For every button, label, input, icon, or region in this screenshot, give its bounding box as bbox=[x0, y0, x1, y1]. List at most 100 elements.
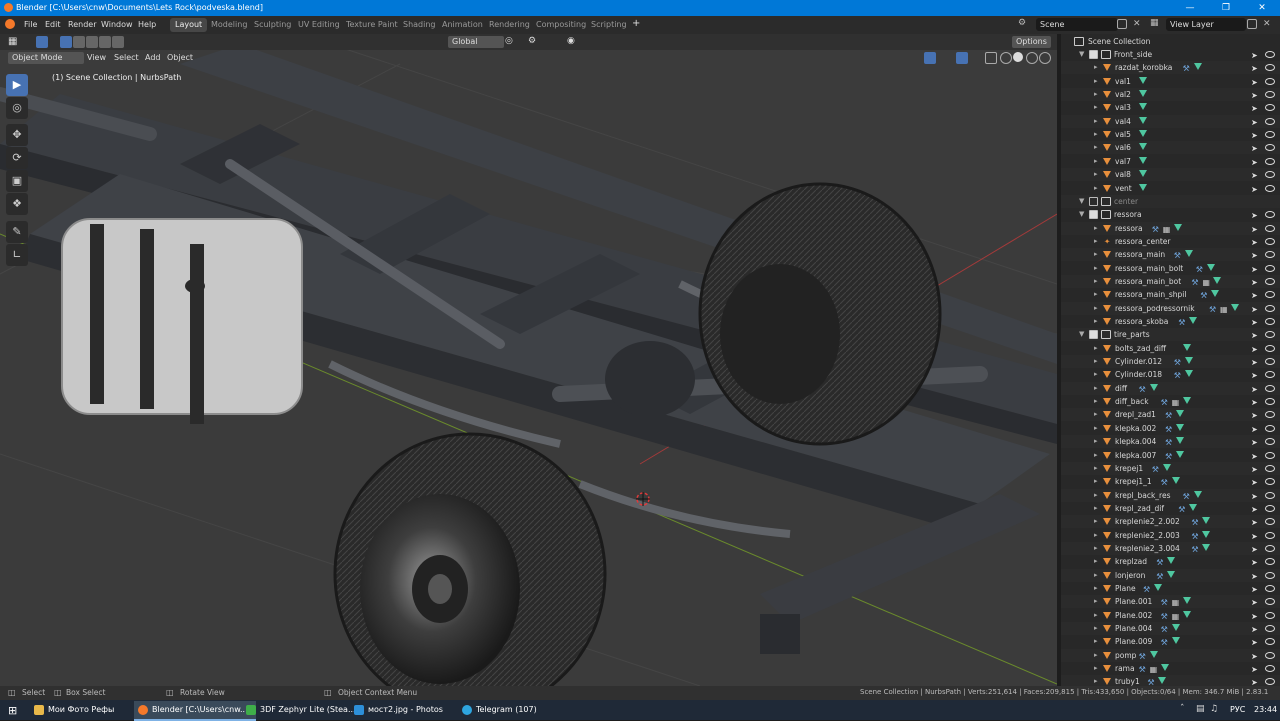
selectable-cursor-icon[interactable]: ➤ bbox=[1251, 450, 1258, 463]
visibility-eye-icon[interactable] bbox=[1265, 571, 1275, 579]
keyboard-language[interactable]: РУС bbox=[1230, 705, 1245, 714]
selectable-cursor-icon[interactable]: ➤ bbox=[1251, 663, 1258, 676]
selectable-cursor-icon[interactable]: ➤ bbox=[1251, 423, 1258, 436]
constraint-icon[interactable]: ▦ bbox=[1220, 303, 1228, 316]
mesh-data-icon[interactable] bbox=[1176, 410, 1184, 418]
editor-type-icon[interactable]: ▦ bbox=[8, 36, 17, 47]
material-shading-icon[interactable] bbox=[1026, 52, 1038, 64]
expand-triangle-icon[interactable]: ▸ bbox=[1094, 582, 1098, 595]
outliner-row[interactable]: ▸ kreplenie2_2.003 ⚒ ➤ bbox=[1061, 529, 1280, 542]
visibility-eye-icon[interactable] bbox=[1265, 77, 1275, 85]
modifier-wrench-icon[interactable]: ⚒ bbox=[1143, 583, 1150, 596]
expand-triangle-icon[interactable]: ▸ bbox=[1094, 275, 1098, 288]
task-telegram[interactable]: Telegram (107) bbox=[458, 701, 580, 719]
expand-triangle-icon[interactable]: ▸ bbox=[1094, 595, 1098, 608]
orientation-dropdown[interactable]: Global bbox=[448, 36, 504, 48]
outliner-row[interactable]: ▸ Plane.001 ⚒ ▦ ➤ bbox=[1061, 595, 1280, 609]
selectable-cursor-icon[interactable]: ➤ bbox=[1251, 76, 1258, 89]
outliner-row[interactable]: ▸ Cylinder.018 ⚒ ➤ bbox=[1061, 368, 1280, 381]
mesh-data-icon[interactable] bbox=[1176, 450, 1184, 458]
outliner-row[interactable]: ▸ bolts_zad_diff ➤ bbox=[1061, 342, 1280, 355]
mesh-data-icon[interactable] bbox=[1138, 143, 1147, 151]
constraint-icon[interactable]: ▦ bbox=[1163, 223, 1171, 236]
constraint-icon[interactable]: ▦ bbox=[1172, 610, 1180, 623]
outliner-row[interactable]: ▸ klepka.002 ⚒ ➤ bbox=[1061, 422, 1280, 435]
mesh-data-icon[interactable] bbox=[1171, 624, 1180, 632]
expand-triangle-icon[interactable]: ▸ bbox=[1094, 248, 1098, 261]
transform-tool-icon[interactable]: ❖ bbox=[6, 193, 28, 215]
visibility-eye-icon[interactable] bbox=[1265, 277, 1275, 285]
visibility-eye-icon[interactable] bbox=[1265, 598, 1275, 606]
new-scene-icon[interactable] bbox=[1117, 19, 1127, 29]
selectable-cursor-icon[interactable]: ➤ bbox=[1251, 236, 1258, 249]
visibility-eye-icon[interactable] bbox=[1265, 304, 1275, 312]
modifier-wrench-icon[interactable]: ⚒ bbox=[1209, 303, 1216, 316]
mesh-data-icon[interactable] bbox=[1167, 570, 1176, 578]
selectable-cursor-icon[interactable]: ➤ bbox=[1251, 116, 1258, 129]
modifier-wrench-icon[interactable]: ⚒ bbox=[1183, 490, 1190, 503]
selectable-cursor-icon[interactable]: ➤ bbox=[1251, 289, 1258, 302]
expand-triangle-icon[interactable]: ▸ bbox=[1094, 395, 1098, 408]
delete-scene-icon[interactable]: ✕ bbox=[1133, 19, 1145, 31]
modifier-wrench-icon[interactable]: ⚒ bbox=[1191, 276, 1198, 289]
modifier-wrench-icon[interactable]: ⚒ bbox=[1191, 530, 1198, 543]
outliner-row[interactable]: ▸ val7 ➤ bbox=[1061, 155, 1280, 168]
maximize-button[interactable]: ❐ bbox=[1208, 0, 1244, 16]
selectable-cursor-icon[interactable]: ➤ bbox=[1251, 356, 1258, 369]
outliner-row[interactable]: ▸ val5 ➤ bbox=[1061, 128, 1280, 141]
visibility-eye-icon[interactable] bbox=[1265, 411, 1275, 419]
selectable-cursor-icon[interactable]: ➤ bbox=[1251, 276, 1258, 289]
expand-triangle-icon[interactable]: ▸ bbox=[1094, 88, 1098, 101]
selectable-cursor-icon[interactable]: ➤ bbox=[1251, 583, 1258, 596]
visibility-eye-icon[interactable] bbox=[1265, 157, 1275, 165]
tab-scripting[interactable]: Scripting bbox=[586, 18, 632, 32]
mesh-data-icon[interactable] bbox=[1138, 170, 1147, 178]
visibility-eye-icon[interactable] bbox=[1265, 611, 1275, 619]
expand-triangle-icon[interactable]: ▸ bbox=[1094, 555, 1098, 568]
mesh-data-icon[interactable] bbox=[1138, 156, 1147, 164]
expand-triangle-icon[interactable]: ▸ bbox=[1094, 435, 1098, 448]
options-dropdown[interactable]: Options bbox=[1012, 36, 1051, 48]
mesh-data-icon[interactable] bbox=[1160, 664, 1169, 672]
tray-expand-icon[interactable]: ˆ bbox=[1180, 704, 1185, 714]
mesh-data-icon[interactable] bbox=[1182, 597, 1191, 605]
outliner-row[interactable]: ▸ kreplenie2_3.004 ⚒ ➤ bbox=[1061, 541, 1280, 556]
outliner-row[interactable]: ▼ ressora ➤ bbox=[1061, 208, 1280, 221]
3d-viewport[interactable] bbox=[0, 34, 1057, 686]
visibility-eye-icon[interactable] bbox=[1265, 264, 1275, 272]
expand-triangle-icon[interactable]: ▸ bbox=[1094, 168, 1098, 181]
expand-triangle-icon[interactable]: ▸ bbox=[1094, 408, 1098, 421]
visibility-eye-icon[interactable] bbox=[1265, 291, 1275, 299]
selectable-cursor-icon[interactable]: ➤ bbox=[1251, 183, 1258, 196]
expand-triangle-icon[interactable]: ▼ bbox=[1079, 195, 1084, 208]
proportional-edit-icon[interactable]: ◉ bbox=[567, 36, 575, 46]
selectable-cursor-icon[interactable]: ➤ bbox=[1251, 383, 1258, 396]
outliner-scene-collection[interactable]: Scene Collection bbox=[1061, 35, 1280, 48]
outliner-row[interactable]: ▸ truby1 ⚒ ➤ bbox=[1061, 675, 1280, 686]
expand-triangle-icon[interactable]: ▸ bbox=[1094, 529, 1098, 542]
add-workspace-icon[interactable]: + bbox=[632, 18, 640, 29]
outliner-row[interactable]: ▸ diff_back ⚒ ▦ ➤ bbox=[1061, 395, 1280, 408]
mesh-data-icon[interactable] bbox=[1202, 517, 1211, 525]
outliner-row[interactable]: ▸ val1 ➤ bbox=[1061, 75, 1280, 88]
outliner-row[interactable]: ▸ ressora_main ⚒ ➤ bbox=[1061, 248, 1280, 262]
selectable-cursor-icon[interactable]: ➤ bbox=[1251, 543, 1258, 556]
xray-toggle-icon[interactable] bbox=[985, 52, 997, 64]
select-box-tool-icon[interactable]: ▶ bbox=[6, 74, 28, 96]
expand-triangle-icon[interactable]: ▸ bbox=[1094, 462, 1098, 475]
visibility-eye-icon[interactable] bbox=[1265, 451, 1275, 459]
outliner-row[interactable]: ▸ pomp ⚒ ➤ bbox=[1061, 648, 1280, 662]
outliner-row[interactable]: ▸ Plane.004 ⚒ ➤ bbox=[1061, 622, 1280, 636]
visibility-eye-icon[interactable] bbox=[1265, 678, 1275, 686]
mode-dropdown[interactable]: Object Mode bbox=[8, 52, 84, 64]
mesh-data-icon[interactable] bbox=[1162, 463, 1171, 471]
outliner-row[interactable]: ▼ Front_side ➤ bbox=[1061, 48, 1280, 61]
mesh-data-icon[interactable] bbox=[1213, 276, 1222, 284]
solid-shading-icon[interactable] bbox=[1013, 52, 1023, 62]
outliner-row[interactable]: ▸ ressora_podressornik ⚒ ▦ ➤ bbox=[1061, 301, 1280, 316]
outliner-row[interactable]: ▸ klepka.004 ⚒ ➤ bbox=[1061, 435, 1280, 449]
exclude-checkbox[interactable] bbox=[1089, 50, 1098, 59]
tab-rendering[interactable]: Rendering bbox=[484, 18, 535, 32]
expand-triangle-icon[interactable]: ▸ bbox=[1094, 449, 1098, 462]
clock[interactable]: 23:44 bbox=[1254, 705, 1277, 714]
